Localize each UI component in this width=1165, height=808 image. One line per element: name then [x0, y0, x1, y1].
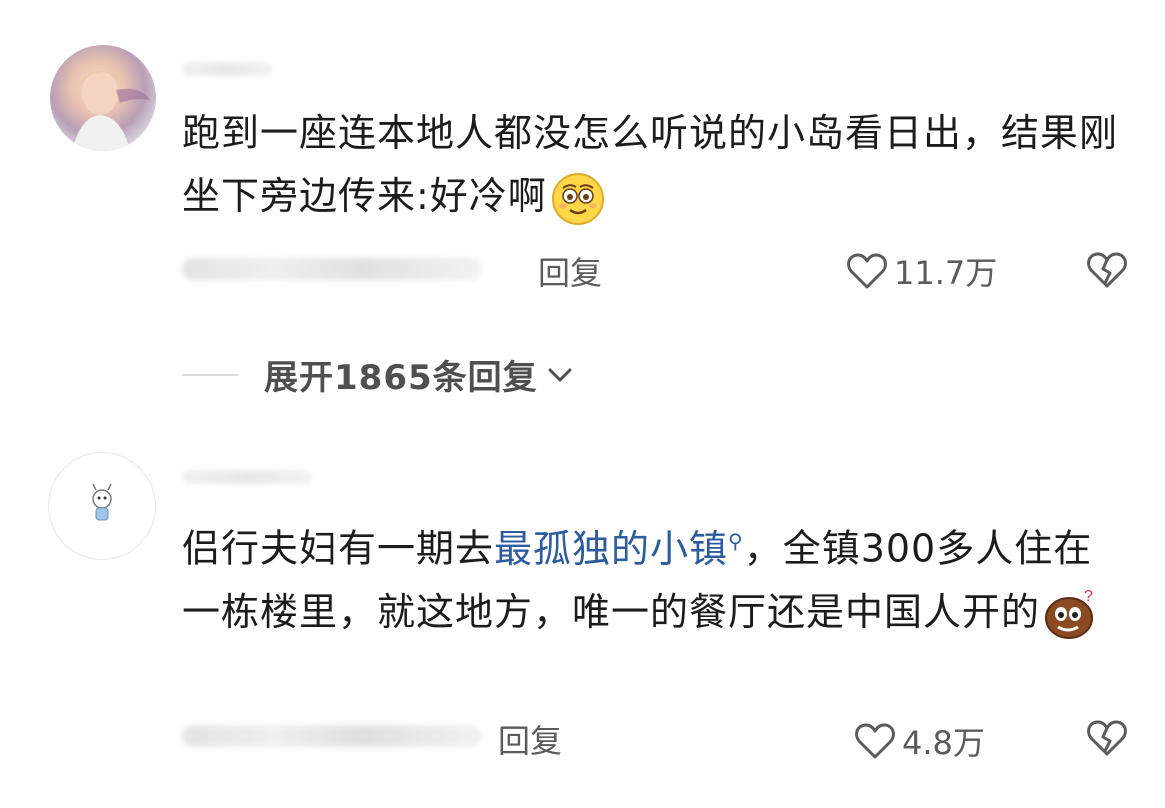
avatar-image: [72, 71, 150, 151]
broken-heart-icon: [1087, 720, 1127, 756]
comment-meta-hidden: [182, 725, 482, 747]
comment-text: 跑到一座连本地人都没怎么听说的小岛看日出，结果刚坐下旁边传来:好冷啊: [182, 102, 1122, 228]
comment-body-start: 侣行夫妇有一期去: [182, 526, 495, 571]
heart-outline-icon: [855, 723, 895, 759]
chevron-down-icon: [548, 368, 572, 381]
svg-text:?: ?: [1084, 588, 1094, 605]
dislike-button[interactable]: [1086, 718, 1128, 762]
dislike-button[interactable]: [1086, 250, 1128, 294]
confused-potato-emoji-icon: ?: [1044, 587, 1098, 641]
heart-outline-icon: [847, 253, 887, 289]
topic-link-label: 最孤独的小镇: [494, 526, 729, 571]
comment-text: 侣行夫妇有一期去最孤独的小镇⚲，全镇300多人住在一栋楼里，就这地方，唯一的餐厅…: [182, 510, 1122, 644]
expand-replies[interactable]: 展开1865条回复: [182, 350, 574, 399]
broken-heart-icon: [1087, 252, 1127, 288]
reply-button[interactable]: 回复: [538, 248, 602, 294]
like-button[interactable]: 4.8万: [854, 718, 985, 764]
like-count: 4.8万: [902, 724, 985, 762]
avatar[interactable]: [48, 452, 156, 560]
divider: [182, 373, 238, 376]
username-hidden: [182, 470, 312, 484]
topic-link[interactable]: 最孤独的小镇⚲: [494, 527, 744, 571]
expand-replies-label: 展开1865条回复: [264, 358, 538, 398]
reply-button[interactable]: 回复: [498, 716, 562, 762]
smiling-emoji-icon: [551, 172, 605, 226]
comment-body: 跑到一座连本地人都没怎么听说的小岛看日出，结果刚坐下旁边传来:好冷啊: [182, 111, 1119, 218]
comment-meta-hidden: [182, 258, 482, 280]
like-button[interactable]: 11.7万: [846, 248, 997, 294]
avatar[interactable]: [50, 45, 156, 151]
avatar-image: [92, 483, 112, 521]
search-icon: ⚲: [728, 529, 744, 553]
like-count: 11.7万: [894, 254, 998, 292]
username-hidden: [182, 62, 272, 76]
